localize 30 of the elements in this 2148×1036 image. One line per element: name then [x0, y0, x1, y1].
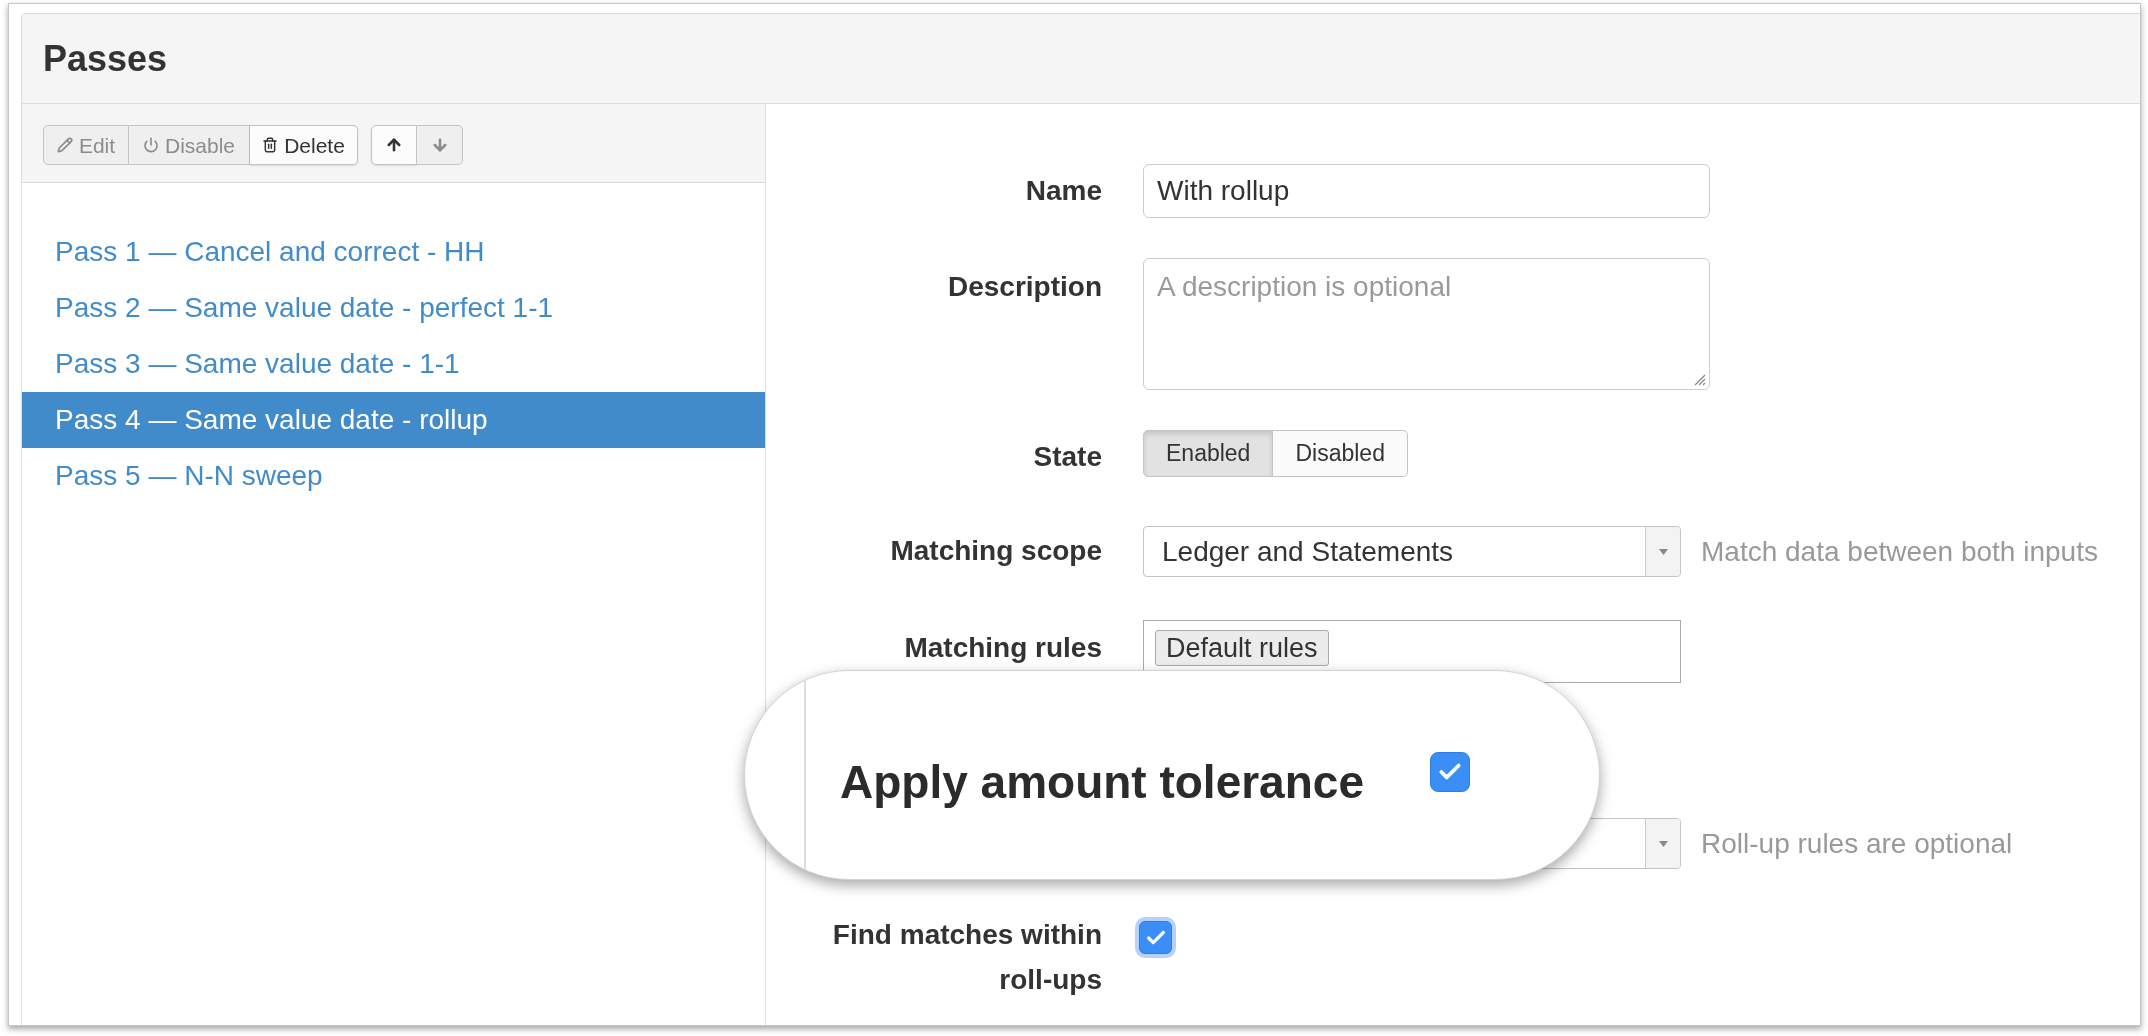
field-label: Find matches within roll-ups	[831, 918, 1102, 997]
state-toggle-button[interactable]: Enabled	[1143, 430, 1274, 477]
pass-list-item[interactable]: Pass 2 — Same value date - perfect 1-1	[22, 280, 765, 336]
caret-down-icon	[1658, 840, 1668, 847]
move-up-button[interactable]	[371, 125, 417, 165]
rule-tag[interactable]: Default rules	[1155, 630, 1329, 666]
field-label: Description	[946, 270, 1102, 304]
pass-list-item[interactable]: Pass 4 — Same value date - rollup	[22, 392, 765, 448]
name-input[interactable]: With rollup	[1143, 164, 1710, 218]
checkbox[interactable]	[1429, 752, 1470, 792]
panel-title: Passes	[43, 40, 168, 77]
pass-list-item[interactable]: Pass 5 — N-N sweep	[22, 448, 765, 504]
field-label: Matching rules	[903, 631, 1102, 664]
pass-list-item[interactable]: Pass 1 — Cancel and correct - HH	[22, 224, 765, 280]
pass-list-item[interactable]: Pass 3 — Same value date - 1-1	[22, 336, 765, 392]
description-field[interactable]: A description is optional	[1143, 258, 1710, 390]
checkbox[interactable]	[1139, 921, 1172, 954]
help-text: Roll-up rules are optional	[1701, 826, 2013, 861]
field-label: Matching scope	[889, 534, 1102, 567]
power-icon	[142, 137, 159, 153]
field-label: State	[1032, 440, 1102, 474]
resize-grip-icon	[1694, 374, 1706, 386]
help-text: Match data between both inputs	[1701, 534, 2098, 569]
pencil-icon	[56, 137, 73, 153]
delete-button[interactable]: Delete	[250, 125, 358, 165]
trash-icon	[262, 137, 279, 153]
caret-down-icon	[1658, 548, 1668, 555]
state-toggle-button[interactable]: Disabled	[1273, 430, 1408, 477]
field-label: Name	[1024, 174, 1102, 208]
scope-dropdown[interactable]: Ledger and Statements	[1143, 526, 1681, 577]
